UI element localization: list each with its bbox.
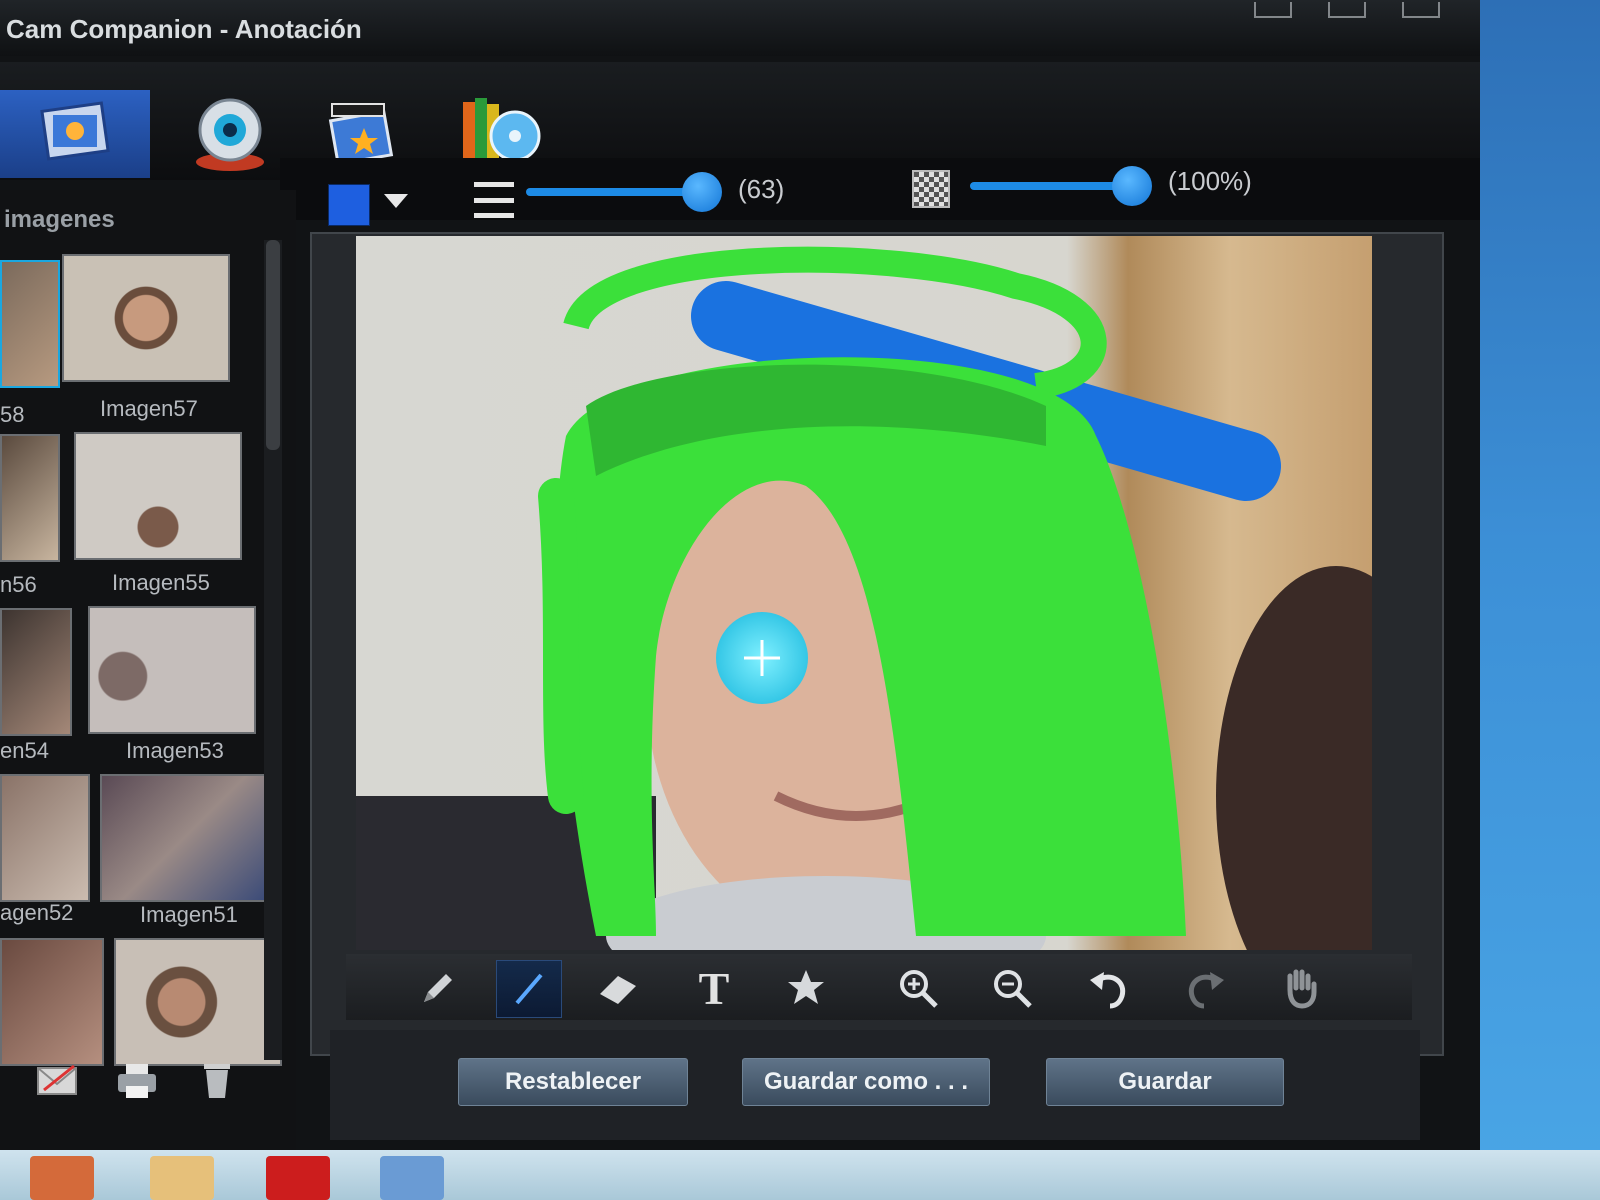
thumbnail[interactable] [0, 938, 104, 1066]
opacity-slider-knob[interactable] [1112, 166, 1152, 206]
opacity-value: (100%) [1168, 166, 1252, 196]
thumbnail[interactable] [0, 774, 90, 902]
thumbnail-label: en54 [0, 738, 49, 763]
taskbar-app-button[interactable] [30, 1156, 94, 1200]
opacity-icon [912, 170, 950, 208]
gallery-title: imagenes [4, 206, 115, 233]
line-tool[interactable] [496, 960, 562, 1018]
thumbnail-label: 58 [0, 402, 25, 427]
redo-icon [1188, 972, 1224, 1009]
taskbar [0, 1150, 1600, 1200]
tool-strip: T [346, 954, 1412, 1020]
brush-size-value: (63) [738, 174, 785, 204]
thumbnail-label: Imagen53 [126, 738, 224, 763]
brush-cursor [716, 612, 808, 704]
zoom-out-tool[interactable] [980, 960, 1044, 1016]
pencil-icon [424, 974, 452, 1002]
reset-button[interactable]: Restablecer [458, 1058, 688, 1106]
taskbar-acrobat-button[interactable] [266, 1156, 330, 1200]
zoom-in-icon [900, 970, 938, 1008]
eraser-tool[interactable] [586, 960, 650, 1016]
line-icon [515, 973, 543, 1005]
maximize-button[interactable] [1328, 2, 1366, 18]
zoom-in-tool[interactable] [886, 960, 950, 1016]
minimize-button[interactable] [1254, 2, 1292, 18]
drawing-options-bar: (63) (100%) [280, 158, 1480, 226]
webcam-icon [196, 98, 264, 171]
zoom-out-icon [994, 970, 1032, 1008]
taskbar-app-button[interactable] [150, 1156, 214, 1200]
hand-tool[interactable] [1270, 960, 1334, 1016]
annotation-canvas[interactable] [356, 236, 1456, 1026]
desktop-background [1480, 0, 1600, 1200]
thumbnail-label: Imagen57 [100, 396, 198, 421]
taskbar-app-button[interactable] [380, 1156, 444, 1200]
stamp-icon [788, 970, 824, 1004]
tab-annotation[interactable] [0, 90, 150, 178]
text-tool[interactable]: T [682, 960, 746, 1016]
pencil-tool[interactable] [406, 960, 470, 1016]
thumbnail[interactable] [74, 432, 242, 560]
color-dropdown-icon[interactable] [384, 194, 408, 208]
line-width-icon [474, 182, 514, 218]
title-bar: Cam Companion - Anotación [0, 0, 1480, 56]
save-as-button[interactable]: Guardar como . . . [742, 1058, 990, 1106]
thumbnail-label: Imagen51 [140, 902, 238, 927]
thumbnail[interactable] [100, 774, 268, 902]
save-button[interactable]: Guardar [1046, 1058, 1284, 1106]
gallery-scrollbar-thumb[interactable] [266, 240, 280, 450]
annotation-icon [40, 101, 110, 161]
eraser-icon [600, 976, 636, 1004]
crosshair-icon [744, 640, 780, 676]
hand-icon [1287, 969, 1317, 1009]
brush-size-slider-knob[interactable] [682, 172, 722, 212]
thumbnail[interactable] [114, 938, 282, 1066]
thumbnail[interactable] [0, 434, 60, 562]
email-icon[interactable] [34, 1060, 80, 1100]
undo-button[interactable] [1076, 960, 1140, 1016]
thumbnail[interactable] [0, 260, 60, 388]
thumbnail[interactable] [0, 608, 72, 736]
text-icon: T [698, 962, 730, 1014]
tab-webcam[interactable] [170, 90, 290, 178]
thumbnail-label: Imagen55 [112, 570, 210, 595]
thumbnail-label: n56 [0, 572, 37, 597]
redo-button[interactable] [1174, 960, 1238, 1016]
thumbnail[interactable] [62, 254, 230, 382]
annotated-photo[interactable] [356, 236, 1456, 1026]
undo-icon [1090, 972, 1126, 1009]
color-picker[interactable] [328, 184, 370, 226]
thumbnail[interactable] [88, 606, 256, 734]
app-window: Cam Companion - Anotación (63) (100%) im… [0, 0, 1480, 1150]
thumbnail-label: agen52 [0, 900, 74, 925]
print-icon[interactable] [114, 1060, 160, 1100]
window-controls [1254, 2, 1440, 18]
close-button[interactable] [1402, 2, 1440, 18]
stamp-tool[interactable] [774, 960, 838, 1016]
trash-icon[interactable] [194, 1060, 240, 1100]
window-title: Cam Companion - Anotación [6, 14, 362, 44]
